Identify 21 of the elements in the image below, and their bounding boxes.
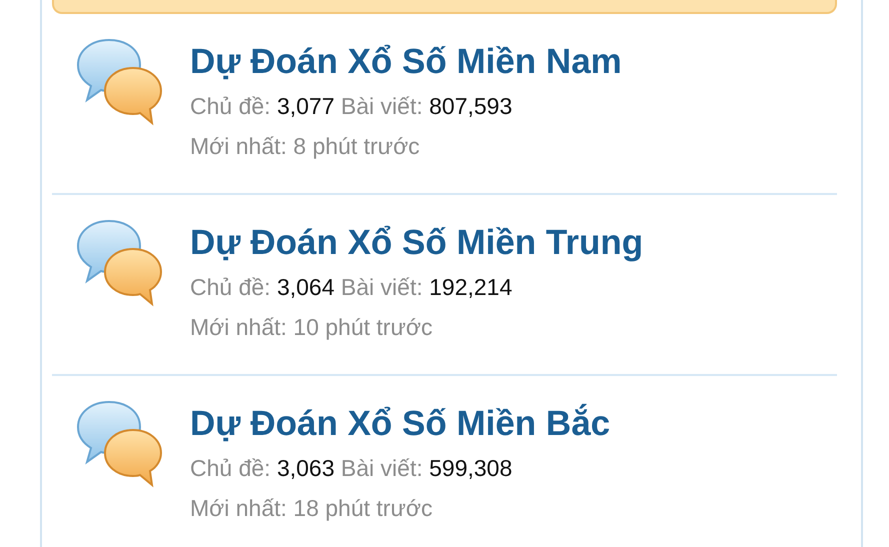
speech-bubbles-icon (75, 38, 165, 128)
stat-value: 599,308 (429, 455, 512, 481)
stat-label: Chủ đề: (190, 455, 271, 481)
stat-label: Bài viết: (340, 274, 423, 300)
speech-bubbles-icon (75, 219, 165, 309)
stat-value: 807,593 (429, 93, 512, 119)
latest-post-time: Mới nhất: 18 phút trước (190, 494, 434, 523)
stat-label: Chủ đề: (190, 274, 271, 300)
forum-title[interactable]: Dự Đoán Xổ Số Miền Trung (190, 219, 644, 267)
stat-label: Bài viết: (340, 455, 423, 481)
stat-value: 192,214 (429, 274, 512, 300)
stat-value: 3,064 (276, 274, 335, 300)
speech-bubbles-icon (75, 400, 165, 490)
stat-value: 3,063 (276, 455, 335, 481)
stat-label: Chủ đề: (190, 93, 271, 119)
latest-post-time: Mới nhất: 8 phút trước (190, 132, 421, 161)
forum-title[interactable]: Dự Đoán Xổ Số Miền Nam (190, 38, 622, 86)
latest-post-time: Mới nhất: 10 phút trước (190, 313, 434, 342)
stat-value: 3,077 (276, 93, 335, 119)
forum-title[interactable]: Dự Đoán Xổ Số Miền Bắc (190, 400, 610, 448)
stat-label: Bài viết: (340, 93, 423, 119)
